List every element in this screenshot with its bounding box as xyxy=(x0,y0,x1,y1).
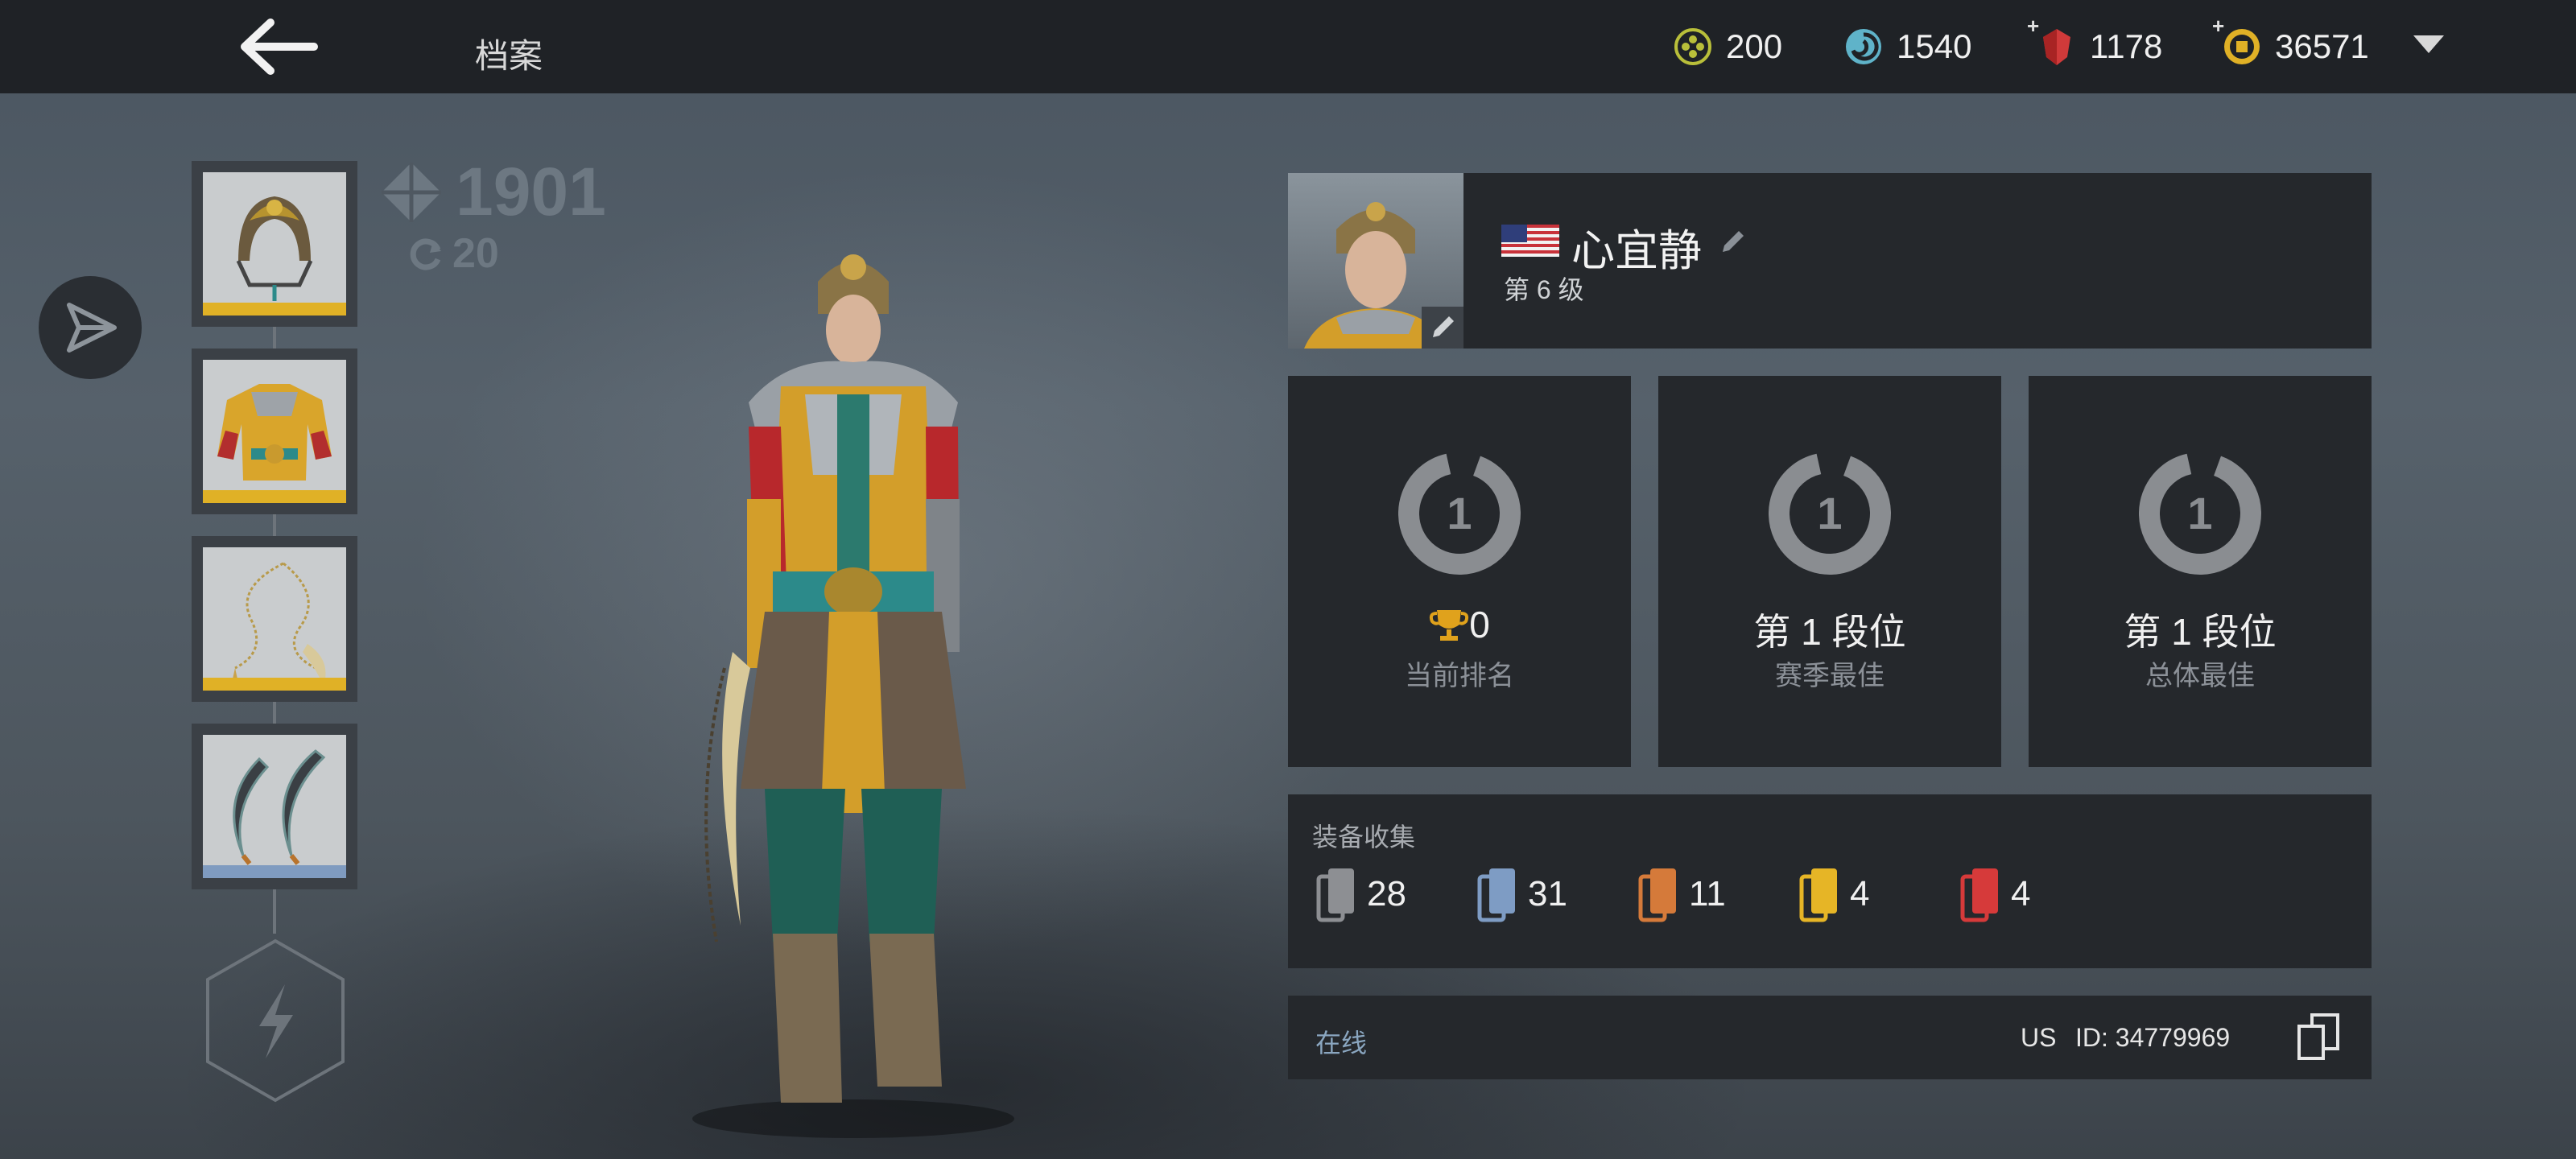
back-button[interactable] xyxy=(238,18,319,76)
currency-energy-value: 1540 xyxy=(1897,27,1972,65)
copy-icon xyxy=(2297,1013,2339,1060)
rank-card-season-best[interactable]: 1 第 1 段位 赛季最佳 xyxy=(1658,376,2001,767)
online-status: 在线 xyxy=(1315,1029,1368,1058)
equipment-slot-helmet[interactable] xyxy=(192,161,357,327)
svg-text:1: 1 xyxy=(1447,488,1472,538)
coin-icon: + xyxy=(2212,14,2262,67)
current-rank-value: 0 xyxy=(1469,604,1490,645)
edit-name-button[interactable] xyxy=(1716,223,1752,258)
card-stack-icon xyxy=(1316,868,1354,922)
collection-count: 11 xyxy=(1689,874,1726,914)
collection-count: 4 xyxy=(1850,874,1870,914)
energy-swirl-icon xyxy=(1843,27,1884,67)
collection-count: 31 xyxy=(1528,874,1567,914)
currency-tokens-value: 200 xyxy=(1726,27,1783,65)
twin-blades-icon xyxy=(233,749,326,865)
send-icon xyxy=(67,303,117,353)
power-value: 1901 xyxy=(456,154,606,229)
trophy-icon xyxy=(1430,610,1469,641)
collection-common[interactable]: 28 xyxy=(1315,865,1406,923)
pencil-icon xyxy=(1433,316,1454,337)
collection-count: 4 xyxy=(2011,874,2031,914)
us-flag-icon xyxy=(1501,225,1559,257)
currency-coins-value: 36571 xyxy=(2275,27,2369,65)
rarity-bar xyxy=(203,490,346,503)
armor-icon xyxy=(217,384,332,481)
lightning-hexagon-icon xyxy=(206,938,345,1103)
card-stack-icon xyxy=(1638,868,1676,922)
chain-sickle-icon xyxy=(232,562,326,686)
currency-energy[interactable]: 1540 xyxy=(1843,23,1971,71)
rank-label: 总体最佳 xyxy=(2145,661,2255,691)
rank-label: 赛季最佳 xyxy=(1775,661,1885,691)
page-title: 档案 xyxy=(475,37,543,75)
collection-count: 28 xyxy=(1367,874,1406,914)
character-model[interactable] xyxy=(660,233,1046,1143)
chevron-down-icon[interactable] xyxy=(2413,35,2444,53)
collection-epic[interactable]: 4 xyxy=(1798,865,1869,923)
rank-value: 第 1 段位 xyxy=(1753,611,1906,653)
rank-label: 当前排名 xyxy=(1405,661,1514,691)
rank-card-current[interactable]: 1 0 当前排名 xyxy=(1288,376,1631,767)
status-bar: 在线 US ID: 34779969 xyxy=(1288,996,2372,1079)
avatar[interactable] xyxy=(1288,173,1463,349)
upgrade-count: 20 xyxy=(407,229,499,278)
collection-title: 装备收集 xyxy=(1312,823,1416,852)
rarity-bar xyxy=(203,303,346,316)
share-button[interactable] xyxy=(39,276,142,379)
collection-uncommon[interactable]: 31 xyxy=(1476,865,1567,923)
edit-avatar-button[interactable] xyxy=(1422,307,1463,349)
currency-rubies-value: 1178 xyxy=(2090,27,2163,65)
collection-legendary[interactable]: 4 xyxy=(1959,865,2030,923)
copy-id-button[interactable] xyxy=(2296,1012,2344,1063)
currency-rubies[interactable]: + 1178 xyxy=(2027,14,2163,71)
svg-text:1: 1 xyxy=(2187,488,2212,538)
rank-ring-icon: 1 xyxy=(1396,450,1523,577)
region-code: US xyxy=(2021,1023,2057,1052)
pencil-icon xyxy=(1723,231,1744,252)
rank-ring-icon: 1 xyxy=(1766,450,1893,577)
svg-text:1: 1 xyxy=(1817,488,1842,538)
profile-card: 心宜静 第 6 级 xyxy=(1288,173,2372,349)
diamond-power-icon xyxy=(382,162,441,222)
warrior-figure xyxy=(692,254,1014,1138)
equipment-slot-ranged[interactable] xyxy=(192,724,357,889)
equipment-slot-weapon[interactable] xyxy=(192,536,357,702)
equipment-slot-armor[interactable] xyxy=(192,349,357,514)
rank-ring-icon: 1 xyxy=(2136,450,2264,577)
card-stack-icon xyxy=(1477,868,1515,922)
player-id: ID: 34779969 xyxy=(2075,1023,2231,1052)
skill-slot-empty[interactable] xyxy=(201,936,349,1105)
collection-rare[interactable]: 11 xyxy=(1637,865,1726,923)
rarity-bar xyxy=(203,678,346,691)
player-level: 第 6 级 xyxy=(1504,275,1584,304)
token-icon xyxy=(1673,27,1713,67)
card-stack-icon xyxy=(1960,868,1998,922)
arrow-left-icon xyxy=(241,19,318,75)
refresh-icon xyxy=(410,238,441,270)
equipment-collection[interactable]: 装备收集 28 31 11 4 4 xyxy=(1288,794,2372,968)
card-stack-icon xyxy=(1799,868,1837,922)
rarity-bar xyxy=(203,865,346,878)
ruby-icon: + xyxy=(2027,14,2077,67)
rank-value: 第 1 段位 xyxy=(2124,611,2277,653)
player-name: 心宜静 xyxy=(1571,227,1702,275)
add-rubies-plus-icon: + xyxy=(2027,14,2040,38)
top-bar: 档案 200 1540 + 1178 + 36571 xyxy=(0,0,2576,93)
add-coins-plus-icon: + xyxy=(2212,14,2225,38)
currency-tokens[interactable]: 200 xyxy=(1673,23,1782,71)
currency-coins[interactable]: + 36571 xyxy=(2212,14,2369,71)
rank-value: 0 xyxy=(1288,603,1631,646)
helmet-icon xyxy=(236,196,313,301)
power-rating: 1901 xyxy=(378,153,606,231)
upgrade-count-value: 20 xyxy=(452,230,499,277)
rank-card-overall-best[interactable]: 1 第 1 段位 总体最佳 xyxy=(2029,376,2372,767)
